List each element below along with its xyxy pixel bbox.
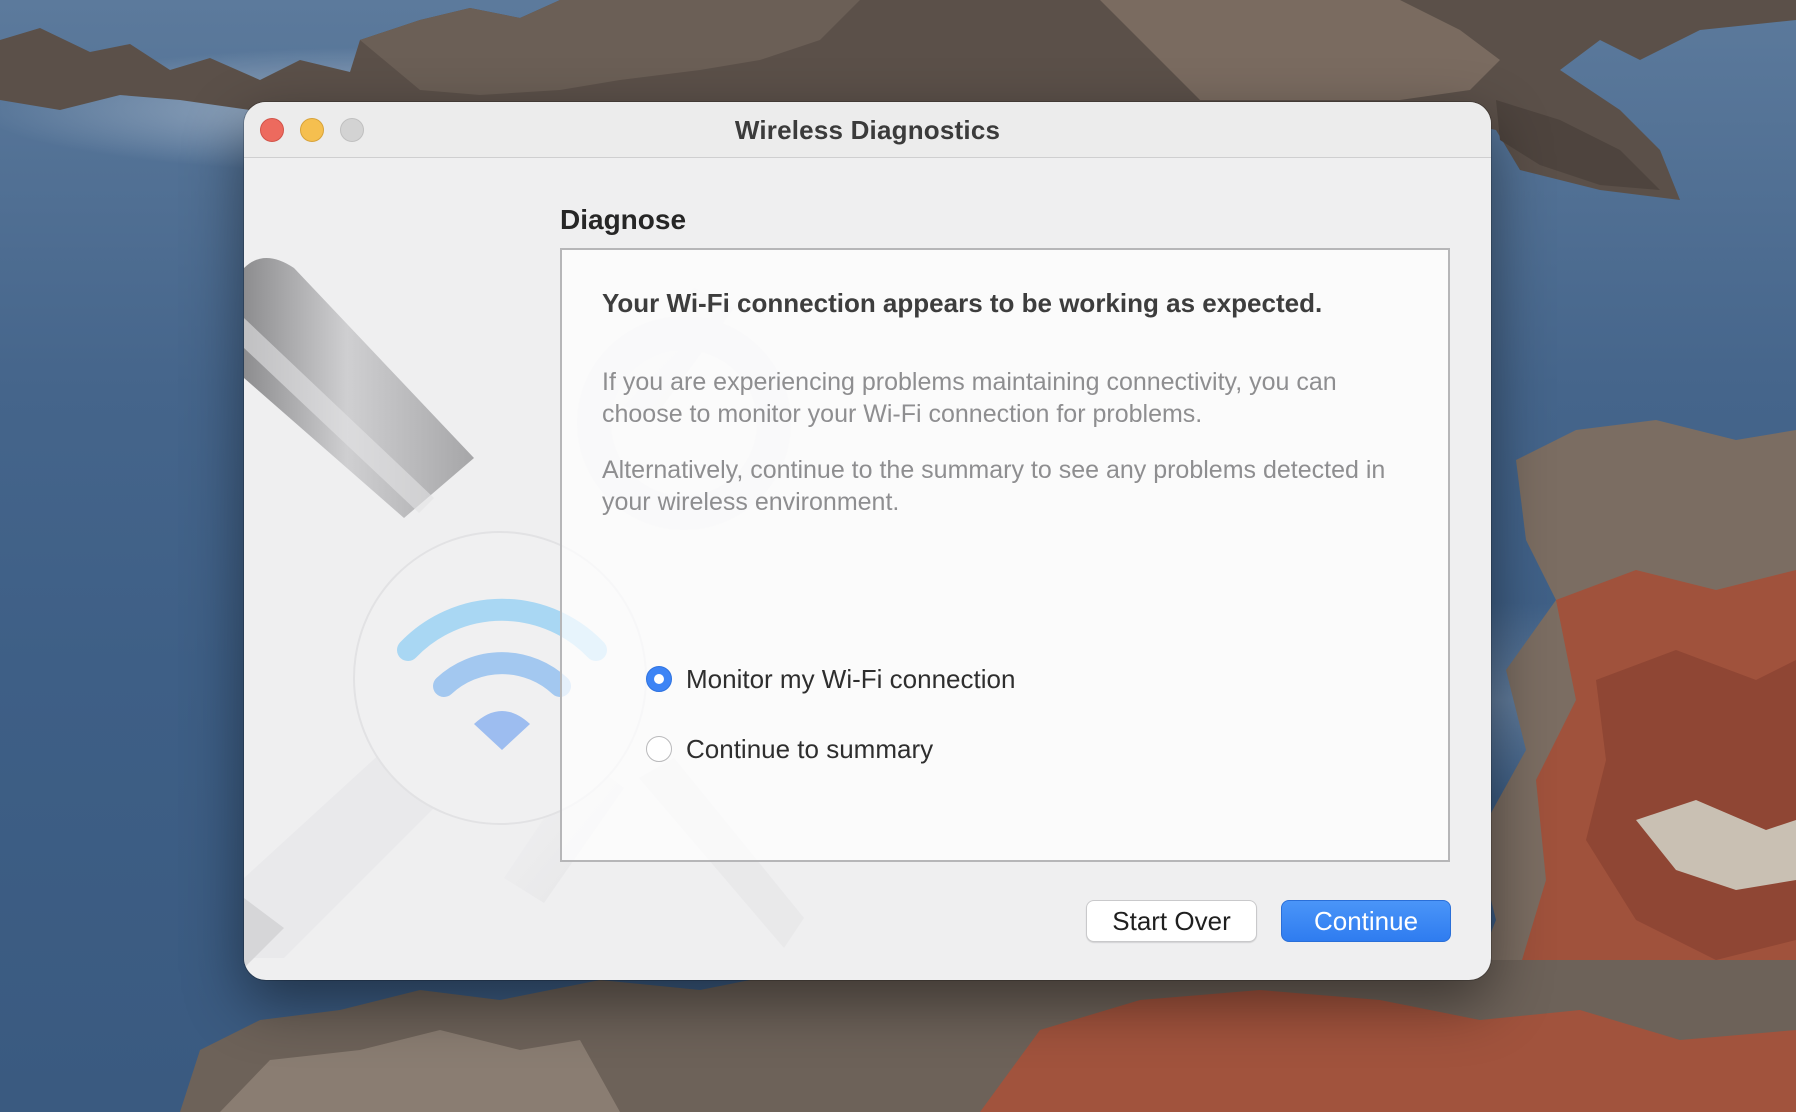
status-headline: Your Wi-Fi connection appears to be work… [602,288,1323,318]
wireless-diagnostics-window: Wireless Diagnostics Diagnose Your Wi-Fi… [244,102,1491,980]
option-summary[interactable]: Continue to summary [646,732,933,766]
wallpaper-rocks-bottom [180,960,1796,1112]
option-monitor-label[interactable]: Monitor my Wi-Fi connection [686,664,1015,695]
window-title: Wireless Diagnostics [734,115,1001,145]
option-monitor[interactable]: Monitor my Wi-Fi connection [646,662,1015,696]
option-summary-label[interactable]: Continue to summary [686,734,933,765]
radio-summary[interactable] [646,736,672,762]
section-title: Diagnose [560,204,687,235]
start-over-button[interactable]: Start Over [1086,900,1257,942]
radio-monitor-selected[interactable] [646,666,672,692]
title-bar[interactable]: Wireless Diagnostics [244,102,1491,158]
diagnose-panel: Your Wi-Fi connection appears to be work… [560,248,1450,862]
continue-button[interactable]: Continue [1281,900,1451,942]
monitor-description: If you are experiencing problems maintai… [602,368,1337,428]
summary-description: Alternatively, continue to the summary t… [602,456,1386,516]
